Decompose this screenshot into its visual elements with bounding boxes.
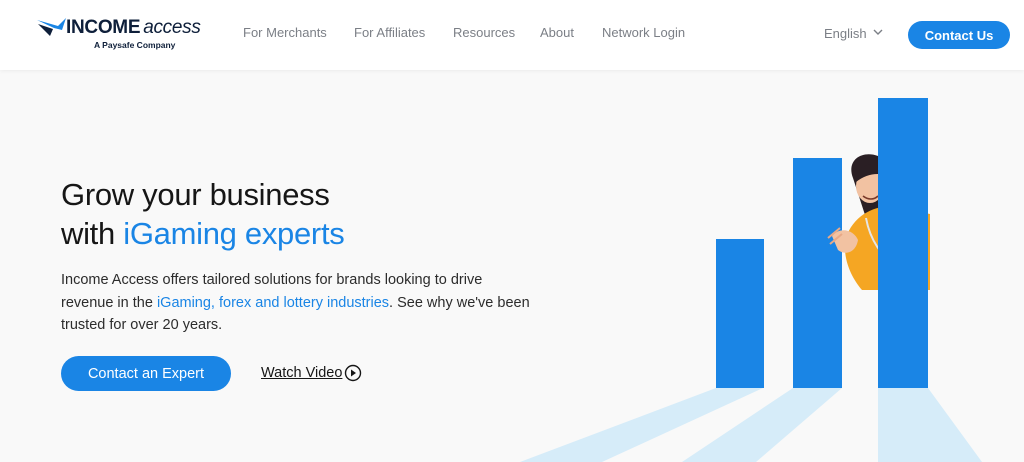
- chart-bar-2: [793, 158, 842, 388]
- logo-wordmark: INCOME access: [66, 17, 201, 38]
- nav-network-login[interactable]: Network Login: [602, 25, 685, 40]
- chart-bar-1: [716, 239, 764, 388]
- logo-swoosh-icon: [37, 18, 66, 36]
- nav-for-affiliates[interactable]: For Affiliates: [354, 25, 425, 40]
- language-label: English: [824, 26, 867, 41]
- income-access-logo[interactable]: INCOME access A Paysafe Company: [36, 14, 206, 54]
- logo-tagline: A Paysafe Company: [94, 40, 176, 50]
- hero-description: Income Access offers tailored solutions …: [61, 272, 530, 333]
- watch-video-label: Watch Video: [261, 365, 343, 381]
- chevron-down-icon: [873, 29, 883, 35]
- hero-headline: Grow your business with iGaming experts: [61, 175, 345, 253]
- headline-accent: iGaming experts: [123, 216, 345, 251]
- site-header: INCOME access A Paysafe Company For Merch…: [0, 0, 1024, 70]
- contact-us-button[interactable]: Contact Us: [908, 21, 1010, 49]
- chart-bar-3: [878, 98, 928, 388]
- contact-an-expert-button[interactable]: Contact an Expert: [61, 356, 231, 391]
- headline-line-1: Grow your business: [61, 177, 330, 212]
- language-selector[interactable]: English: [824, 26, 883, 41]
- nav-resources[interactable]: Resources: [453, 25, 515, 40]
- page: INCOME access A Paysafe Company For Merch…: [0, 0, 1024, 462]
- nav-about[interactable]: About: [540, 25, 574, 40]
- play-circle-icon: [345, 364, 362, 382]
- industries-link[interactable]: iGaming, forex and lottery industries: [157, 295, 389, 311]
- bar-shadows: [520, 388, 982, 462]
- watch-video-link[interactable]: Watch Video: [261, 364, 362, 382]
- hero-illustration: [520, 98, 982, 462]
- headline-line-2: with iGaming experts: [61, 216, 345, 251]
- nav-for-merchants[interactable]: For Merchants: [243, 25, 327, 40]
